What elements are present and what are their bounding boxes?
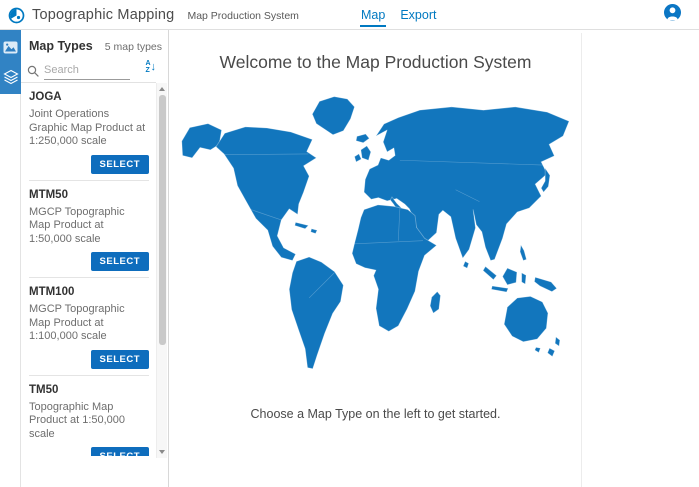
main-panel-divider — [581, 33, 582, 487]
welcome-area: Welcome to the Map Production System — [170, 30, 581, 487]
scroll-down-arrow-icon[interactable] — [157, 447, 167, 457]
search-input[interactable] — [44, 62, 130, 80]
map-type-list-item: JOGA Joint Operations Graphic Map Produc… — [21, 83, 155, 181]
new-zealand-south — [547, 348, 554, 356]
header-tabs: Map Export — [360, 0, 437, 30]
app-header: Topographic Mapping Map Production Syste… — [0, 0, 699, 30]
south-america — [289, 257, 343, 369]
java — [491, 286, 508, 292]
hispaniola — [310, 229, 316, 234]
app-subtitle: Map Production System — [187, 8, 298, 22]
map-type-list-item: MTM100 MGCP Topographic Map Product at 1… — [21, 278, 155, 376]
search-row — [27, 61, 139, 81]
sumatra — [483, 267, 497, 280]
tab-export[interactable]: Export — [399, 3, 437, 27]
scrollbar-thumb[interactable] — [159, 95, 166, 345]
map-type-description: MGCP Topographic Map Product at 1:100,00… — [29, 303, 149, 344]
map-types-panel: Map Types 5 map types A Z ↓ JOGA Joint O… — [21, 30, 169, 487]
widget-strip — [0, 30, 21, 487]
app-title: Topographic Mapping — [32, 7, 174, 23]
search-icon — [27, 65, 40, 78]
madagascar — [430, 292, 440, 313]
select-map-type-button[interactable]: SELECT — [91, 252, 149, 271]
sulawesi — [521, 273, 525, 284]
map-type-description: Joint Operations Graphic Map Product at … — [29, 108, 149, 149]
united-kingdom — [360, 146, 370, 160]
map-type-name: TM50 — [29, 376, 149, 396]
panel-title: Map Types — [29, 39, 93, 53]
sort-arrow: ↓ — [151, 62, 157, 73]
main-panel: Welcome to the Map Production System — [170, 30, 699, 487]
map-type-list-item: TM50 Topographic Map Product at 1:50,000… — [21, 376, 155, 457]
map-type-count: 5 map types — [105, 41, 162, 53]
iceland — [356, 134, 369, 143]
north-america — [216, 127, 316, 261]
select-map-type-button[interactable]: SELECT — [91, 155, 149, 174]
select-map-type-button[interactable]: SELECT — [91, 447, 149, 456]
sort-az-icon[interactable]: A Z ↓ — [145, 60, 156, 74]
account-icon[interactable] — [664, 4, 681, 21]
panel-header: Map Types 5 map types — [29, 39, 162, 53]
map-type-name: MTM50 — [29, 181, 149, 201]
world-map — [177, 90, 575, 378]
new-zealand-north — [555, 337, 560, 346]
map-type-name: JOGA — [29, 83, 149, 103]
welcome-title: Welcome to the Map Production System — [170, 52, 581, 73]
map-type-description: MGCP Topographic Map Product at 1:50,000… — [29, 206, 149, 247]
app-window: Topographic Mapping Map Production Syste… — [0, 0, 699, 487]
tab-map[interactable]: Map — [360, 3, 386, 27]
map-type-list-item: MTM50 MGCP Topographic Map Product at 1:… — [21, 181, 155, 279]
map-type-description: Topographic Map Product at 1:50,000 scal… — [29, 401, 149, 442]
new-guinea — [534, 277, 556, 291]
sri-lanka — [463, 261, 469, 268]
sidebar-scrollbar[interactable] — [156, 83, 167, 458]
borneo — [502, 268, 516, 285]
globe-logo-icon — [8, 7, 25, 24]
greenland — [312, 97, 354, 135]
scroll-up-arrow-icon[interactable] — [157, 84, 167, 94]
alaska — [181, 124, 221, 158]
cuba — [294, 222, 308, 228]
ireland — [354, 154, 361, 162]
map-type-list[interactable]: JOGA Joint Operations Graphic Map Produc… — [21, 83, 155, 456]
map-type-name: MTM100 — [29, 278, 149, 298]
tasmania — [534, 347, 540, 352]
instruction-text: Choose a Map Type on the left to get sta… — [170, 407, 581, 421]
select-map-type-button[interactable]: SELECT — [91, 350, 149, 369]
layers-icon[interactable] — [0, 63, 21, 91]
brand: Topographic Mapping Map Production Syste… — [8, 0, 299, 30]
map-widget-icon[interactable] — [0, 33, 21, 61]
australia — [504, 296, 548, 341]
philippines — [520, 245, 526, 261]
